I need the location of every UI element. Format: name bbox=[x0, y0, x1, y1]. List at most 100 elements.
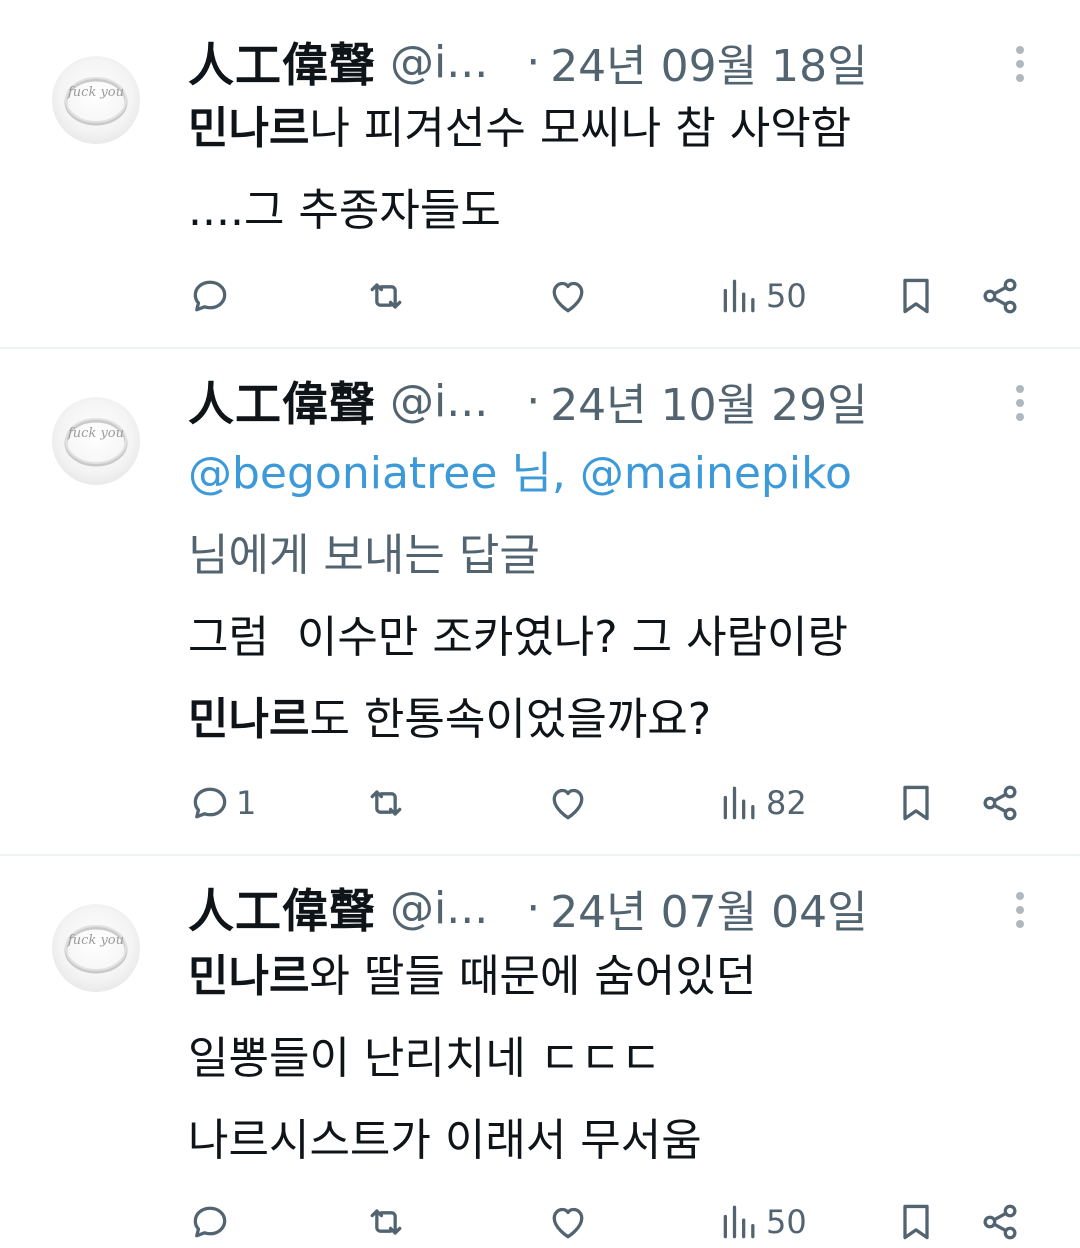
reply-to-suffix: 님에게 보내는 답글 bbox=[188, 530, 540, 581]
tweet-text-line: 민나르나 피겨선수 모씨나 참 사악함 bbox=[188, 88, 1048, 170]
retweet-icon bbox=[370, 790, 402, 816]
retweet-icon bbox=[370, 283, 402, 309]
reply-to-line: @begoniatree 님, @mainepiko bbox=[188, 433, 1048, 515]
reply-button[interactable]: 1 bbox=[188, 773, 256, 833]
share-button[interactable] bbox=[978, 773, 1022, 833]
separator-dot: · bbox=[526, 36, 541, 88]
heart-icon bbox=[552, 281, 584, 313]
view-count: 82 bbox=[766, 784, 807, 822]
tweet-feed: fuck you 人工偉聲 @i... · 24년 09월 18일 민나르나 피… bbox=[0, 0, 1080, 1248]
heart-icon bbox=[552, 1207, 584, 1239]
share-button[interactable] bbox=[978, 1192, 1022, 1248]
display-name[interactable]: 人工偉聲 bbox=[188, 368, 376, 434]
share-button[interactable] bbox=[978, 266, 1022, 326]
svg-text:fuck you: fuck you bbox=[67, 933, 124, 948]
highlight-word: 민나르 bbox=[188, 694, 310, 745]
views-chart-icon bbox=[723, 1205, 755, 1239]
tweet-text-line: 나르시스트가 이래서 무서움 bbox=[188, 1100, 1048, 1182]
share-icon bbox=[983, 785, 1017, 821]
reply-button[interactable] bbox=[188, 266, 236, 326]
text-segment: 나 피겨선수 모씨나 참 사악함 bbox=[309, 103, 852, 154]
separator-dot: · bbox=[526, 882, 541, 934]
tweet-text: 민나르나 피겨선수 모씨나 참 사악함 ....그 추종자들도 bbox=[188, 88, 1048, 252]
bookmark-icon bbox=[903, 1204, 929, 1240]
text-segment: 나르시스트가 이래서 무서움 bbox=[188, 1115, 702, 1166]
view-count: 50 bbox=[766, 277, 807, 315]
retweet-button[interactable] bbox=[364, 266, 408, 326]
text-segment: 그럼 이수만 조카였나? 그 사람이랑 bbox=[188, 612, 849, 663]
heart-icon bbox=[552, 788, 584, 820]
highlight-word: 민나르 bbox=[188, 951, 310, 1002]
tweet-text-line: 그럼 이수만 조카였나? 그 사람이랑 bbox=[188, 597, 1048, 679]
tweet-text-line: 민나르도 한통속이었을까요? bbox=[188, 679, 1048, 761]
highlight-word: 민나르 bbox=[188, 103, 310, 154]
reply-icon bbox=[193, 787, 227, 819]
more-vertical-icon[interactable] bbox=[1008, 379, 1032, 427]
tweet-text-line: 민나르와 딸들 때문에 숨어있던 bbox=[188, 936, 1048, 1018]
tweet-header: 人工偉聲 @i... · 24년 09월 18일 bbox=[188, 29, 1040, 95]
views-chart-icon bbox=[723, 279, 755, 313]
user-handle[interactable]: @i... bbox=[390, 883, 488, 934]
like-button[interactable] bbox=[546, 266, 590, 326]
reply-icon bbox=[193, 280, 227, 312]
avatar-ring-image: fuck you bbox=[64, 418, 128, 467]
views-chart-icon bbox=[723, 786, 755, 820]
share-icon bbox=[983, 1204, 1017, 1240]
avatar-ring-image: fuck you bbox=[64, 77, 128, 126]
more-vertical-icon[interactable] bbox=[1008, 886, 1032, 934]
share-icon bbox=[983, 278, 1017, 314]
separator-dot: · bbox=[526, 375, 541, 427]
tweet-date[interactable]: 24년 07월 04일 bbox=[550, 876, 867, 940]
mention-link[interactable]: @mainepiko bbox=[580, 448, 852, 499]
display-name[interactable]: 人工偉聲 bbox=[188, 29, 376, 95]
text-segment: 도 한통속이었을까요? bbox=[309, 694, 712, 745]
view-count: 50 bbox=[766, 1203, 807, 1241]
reply-count: 1 bbox=[236, 784, 257, 822]
tweet-actions: 50 bbox=[188, 266, 1038, 326]
tweet-date[interactable]: 24년 09월 18일 bbox=[550, 30, 867, 94]
tweet-header: 人工偉聲 @i... · 24년 07월 04일 bbox=[188, 875, 1040, 941]
reply-context: @begoniatree 님, @mainepiko 님에게 보내는 답글 bbox=[188, 433, 1048, 597]
text-segment: ....그 추종자들도 bbox=[188, 185, 501, 236]
tweet-text: 민나르와 딸들 때문에 숨어있던 일뽕들이 난리치네 ㄷㄷㄷ 나르시스트가 이래… bbox=[188, 936, 1048, 1182]
avatar[interactable]: fuck you bbox=[52, 397, 140, 485]
avatar[interactable]: fuck you bbox=[52, 904, 140, 992]
retweet-button[interactable] bbox=[364, 1192, 408, 1248]
bookmark-icon bbox=[903, 278, 929, 314]
bookmark-button[interactable] bbox=[894, 1192, 938, 1248]
tweet-header: 人工偉聲 @i... · 24년 10월 29일 bbox=[188, 368, 1040, 434]
tweet-text: 그럼 이수만 조카였나? 그 사람이랑 민나르도 한통속이었을까요? bbox=[188, 597, 1048, 761]
reply-icon bbox=[193, 1206, 227, 1238]
tweet-actions: 50 bbox=[188, 1192, 1038, 1248]
mention-separator: 님, bbox=[497, 448, 580, 499]
more-vertical-icon[interactable] bbox=[1008, 40, 1032, 88]
mention-link[interactable]: @begoniatree bbox=[188, 448, 497, 499]
tweet-text-line: 일뽕들이 난리치네 ㄷㄷㄷ bbox=[188, 1018, 1048, 1100]
bookmark-button[interactable] bbox=[894, 266, 938, 326]
svg-text:fuck you: fuck you bbox=[67, 85, 124, 100]
display-name[interactable]: 人工偉聲 bbox=[188, 875, 376, 941]
retweet-button[interactable] bbox=[364, 773, 408, 833]
views-button[interactable]: 50 bbox=[718, 1192, 807, 1248]
user-handle[interactable]: @i... bbox=[390, 376, 488, 427]
reply-button[interactable] bbox=[188, 1192, 236, 1248]
bookmark-button[interactable] bbox=[894, 773, 938, 833]
like-button[interactable] bbox=[546, 773, 590, 833]
views-button[interactable]: 50 bbox=[718, 266, 807, 326]
retweet-icon bbox=[370, 1209, 402, 1235]
avatar[interactable]: fuck you bbox=[52, 56, 140, 144]
tweet-text-line: ....그 추종자들도 bbox=[188, 170, 1048, 252]
user-handle[interactable]: @i... bbox=[390, 37, 488, 88]
svg-text:fuck you: fuck you bbox=[67, 426, 124, 441]
text-segment: 와 딸들 때문에 숨어있던 bbox=[309, 951, 757, 1002]
tweet[interactable]: fuck you 人工偉聲 @i... · 24년 10월 29일 @begon… bbox=[0, 349, 1080, 855]
tweet[interactable]: fuck you 人工偉聲 @i... · 24년 09월 18일 민나르나 피… bbox=[0, 0, 1080, 348]
avatar-ring-image: fuck you bbox=[64, 925, 128, 974]
like-button[interactable] bbox=[546, 1192, 590, 1248]
text-segment: 일뽕들이 난리치네 ㄷㄷㄷ bbox=[188, 1033, 662, 1084]
bookmark-icon bbox=[903, 785, 929, 821]
tweet-actions: 1 82 bbox=[188, 773, 1038, 833]
tweet-date[interactable]: 24년 10월 29일 bbox=[550, 369, 867, 433]
tweet[interactable]: fuck you 人工偉聲 @i... · 24년 07월 04일 민나르와 딸… bbox=[0, 856, 1080, 1248]
views-button[interactable]: 82 bbox=[718, 773, 807, 833]
